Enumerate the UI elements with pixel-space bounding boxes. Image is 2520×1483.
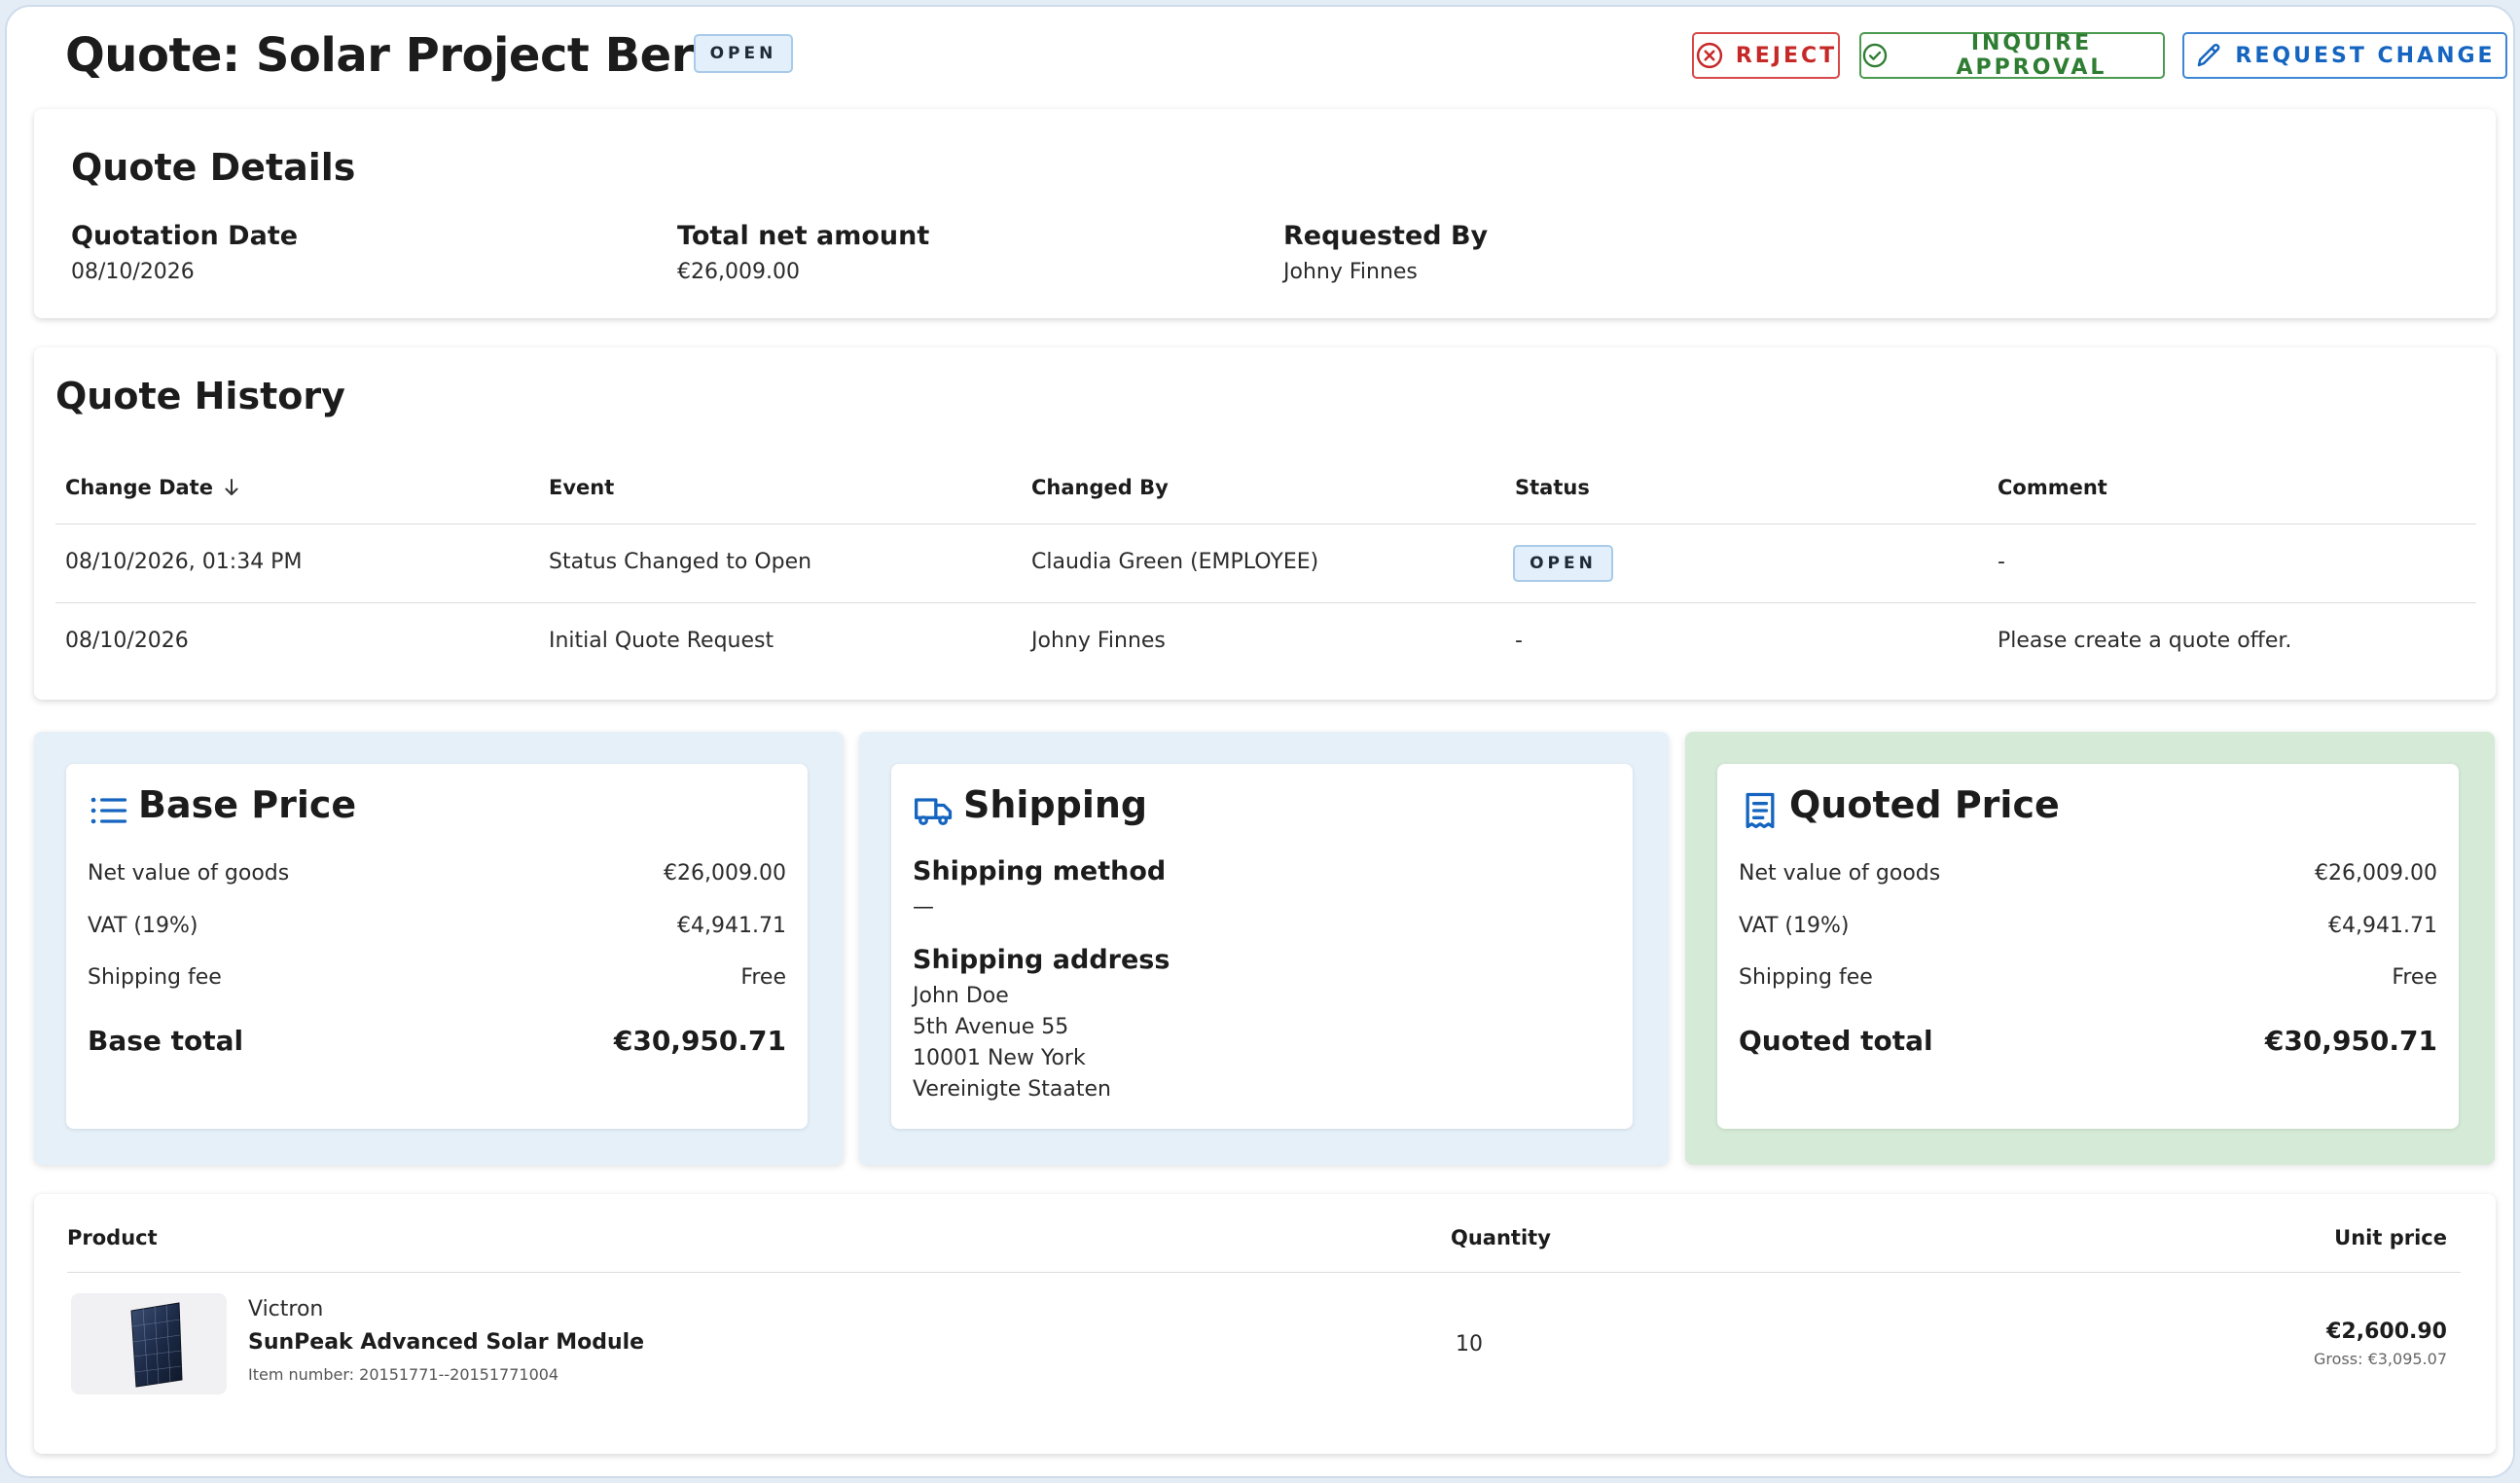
base-price-card: Base Price Net value of goods €26,009.00… — [66, 764, 808, 1129]
request-change-button[interactable]: REQUEST CHANGE — [2182, 32, 2507, 79]
address-line-country: Vereinigte Staaten — [913, 1077, 1111, 1102]
solar-panel-image — [130, 1302, 183, 1388]
products-card — [34, 1194, 2496, 1454]
column-changed-by: Changed By — [1031, 476, 1169, 499]
base-price-title: Base Price — [138, 783, 357, 826]
base-total-row: Base total €30,950.71 — [88, 1025, 786, 1057]
quoted-price-card: Quoted Price Net value of goods €26,009.… — [1717, 764, 2459, 1129]
quoted-vat-row: VAT (19%) €4,941.71 — [1739, 914, 2437, 938]
column-change-date-label: Change Date — [65, 476, 213, 499]
quoted-net-row: Net value of goods €26,009.00 — [1739, 861, 2437, 886]
app-frame: Quote: Solar Project Berlin OPEN REJECT … — [5, 5, 2515, 1478]
quoted-price-title: Quoted Price — [1789, 783, 2060, 826]
base-total-label: Base total — [88, 1025, 244, 1057]
quoted-shipping-label: Shipping fee — [1739, 965, 1873, 990]
quote-history-heading: Quote History — [55, 375, 345, 417]
address-line-city: 10001 New York — [913, 1046, 1086, 1070]
base-total-value: €30,950.71 — [613, 1025, 786, 1057]
products-header-divider — [67, 1272, 2461, 1273]
base-net-label: Net value of goods — [88, 861, 290, 886]
status-badge: OPEN — [694, 34, 793, 73]
product-item-number: Item number: 20151771--20151771004 — [248, 1365, 559, 1384]
inquire-approval-label: INQUIRE APPROVAL — [1956, 31, 2107, 80]
column-comment: Comment — [1998, 476, 2107, 499]
total-net-label: Total net amount — [677, 221, 930, 251]
column-product: Product — [67, 1226, 158, 1249]
base-price-panel: Base Price Net value of goods €26,009.00… — [34, 732, 844, 1165]
row-status: - — [1515, 629, 1523, 653]
quotation-date-label: Quotation Date — [71, 221, 299, 251]
row-status-badge: OPEN — [1513, 545, 1613, 582]
row-event: Status Changed to Open — [549, 550, 812, 574]
quoted-price-panel: Quoted Price Net value of goods €26,009.… — [1685, 732, 2495, 1165]
product-thumbnail — [71, 1293, 227, 1394]
quoted-total-row: Quoted total €30,950.71 — [1739, 1025, 2437, 1057]
row-date: 08/10/2026, 01:34 PM — [65, 550, 303, 574]
row-comment: Please create a quote offer. — [1998, 629, 2292, 653]
base-net-row: Net value of goods €26,009.00 — [88, 861, 786, 886]
shipping-title: Shipping — [963, 783, 1148, 826]
quoted-vat-value: €4,941.71 — [2328, 914, 2437, 938]
base-shipping-row: Shipping fee Free — [88, 965, 786, 990]
product-name[interactable]: SunPeak Advanced Solar Module — [248, 1330, 644, 1355]
column-event: Event — [549, 476, 615, 499]
base-vat-row: VAT (19%) €4,941.71 — [88, 914, 786, 938]
list-icon — [90, 797, 127, 824]
quoted-shipping-row: Shipping fee Free — [1739, 965, 2437, 990]
column-change-date[interactable]: Change Date — [65, 476, 240, 499]
pencil-icon — [2198, 43, 2220, 67]
quoted-total-label: Quoted total — [1739, 1025, 1933, 1057]
base-shipping-label: Shipping fee — [88, 965, 222, 990]
shipping-card: Shipping Shipping method — Shipping addr… — [891, 764, 1633, 1129]
receipt-icon — [1746, 792, 1775, 829]
row-changed-by: Claudia Green (EMPLOYEE) — [1031, 550, 1319, 574]
quote-details-heading: Quote Details — [71, 146, 356, 189]
base-vat-label: VAT (19%) — [88, 914, 198, 938]
requested-by-value: Johny Finnes — [1283, 260, 1418, 284]
shipping-method-label: Shipping method — [913, 856, 1167, 886]
quoted-shipping-value: Free — [2392, 965, 2437, 990]
base-vat-value: €4,941.71 — [677, 914, 786, 938]
truck-icon — [915, 798, 953, 826]
quoted-vat-label: VAT (19%) — [1739, 914, 1850, 938]
shipping-panel: Shipping Shipping method — Shipping addr… — [859, 732, 1669, 1165]
arrow-down-icon — [225, 479, 238, 495]
quoted-net-label: Net value of goods — [1739, 861, 1941, 886]
x-circle-icon — [1696, 42, 1722, 69]
product-quantity: 10 — [1456, 1332, 1483, 1356]
requested-by-label: Requested By — [1283, 221, 1489, 251]
reject-button[interactable]: REJECT — [1692, 32, 1840, 79]
row-date: 08/10/2026 — [65, 629, 189, 653]
shipping-method-value: — — [913, 895, 934, 920]
quotation-date-value: 08/10/2026 — [71, 260, 195, 284]
quoted-total-value: €30,950.71 — [2264, 1025, 2437, 1057]
address-line-name: John Doe — [913, 984, 1009, 1008]
check-circle-icon — [1862, 43, 1888, 68]
address-line-street: 5th Avenue 55 — [913, 1015, 1069, 1039]
base-net-value: €26,009.00 — [664, 861, 786, 886]
product-gross: Gross: €3,095.07 — [2314, 1350, 2447, 1368]
column-status: Status — [1515, 476, 1590, 499]
product-price: €2,600.90 — [2326, 1320, 2447, 1344]
total-net-value: €26,009.00 — [677, 260, 800, 284]
row-changed-by: Johny Finnes — [1031, 629, 1166, 653]
quote-details-card: Quote Details Quotation Date 08/10/2026 … — [34, 109, 2496, 318]
inquire-approval-button[interactable]: INQUIRE APPROVAL — [1859, 31, 2165, 80]
page-title: Quote: Solar Project Berlin — [65, 28, 758, 83]
base-shipping-value: Free — [740, 965, 786, 990]
reject-button-label: REJECT — [1735, 43, 1838, 68]
request-change-label: REQUEST CHANGE — [2235, 43, 2496, 68]
row-divider — [55, 602, 2476, 603]
column-quantity: Quantity — [1451, 1226, 1551, 1249]
row-comment: - — [1998, 550, 2005, 574]
product-brand: Victron — [248, 1297, 324, 1321]
quoted-net-value: €26,009.00 — [2315, 861, 2437, 886]
shipping-address-label: Shipping address — [913, 945, 1170, 975]
column-unit-price: Unit price — [2334, 1226, 2447, 1249]
row-event: Initial Quote Request — [549, 629, 774, 653]
